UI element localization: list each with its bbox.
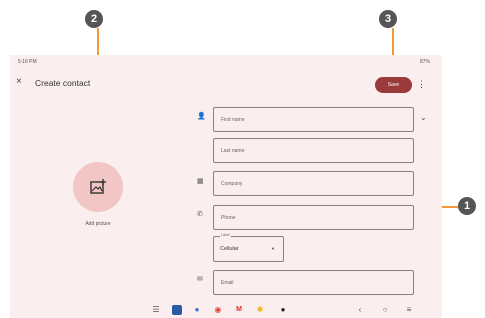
callout-badge-1: 1 xyxy=(458,197,476,215)
more-options-icon[interactable]: ⋮ xyxy=(417,79,426,89)
close-icon[interactable]: × xyxy=(16,77,22,87)
company-placeholder: Company xyxy=(221,180,243,187)
first-name-field[interactable]: First name xyxy=(213,107,414,132)
status-bar: 5:16 PM 87% xyxy=(10,55,442,69)
phone-type-value: Cellular xyxy=(220,246,239,252)
gmail-app-icon[interactable]: M xyxy=(233,301,245,318)
add-picture-button[interactable] xyxy=(73,162,123,212)
add-photo-icon xyxy=(90,179,106,194)
navigation-bar: ☰ ● ◉ M ✱ ● ‹ ○ ≡ xyxy=(10,301,442,318)
back-icon[interactable]: ‹ xyxy=(355,301,365,318)
chrome-app-icon[interactable]: ◉ xyxy=(213,301,223,318)
callout-badge-3: 3 xyxy=(379,10,397,28)
add-picture-label: Add picture xyxy=(85,221,111,227)
phone-icon: ✆ xyxy=(197,211,203,218)
tablet-screen: 5:16 PM 87% × Create contact Save ⋮ Add … xyxy=(10,55,442,318)
callout-badge-2: 2 xyxy=(85,10,103,28)
email-placeholder: Email xyxy=(221,279,234,286)
phone-field[interactable]: Phone xyxy=(213,205,414,230)
phone-placeholder: Phone xyxy=(221,214,236,221)
email-field[interactable]: Email xyxy=(213,270,414,295)
page-title: Create contact xyxy=(35,78,91,88)
music-app-icon[interactable]: ● xyxy=(278,301,288,318)
company-icon: ▦ xyxy=(197,178,204,185)
photos-app-icon[interactable]: ✱ xyxy=(255,301,265,318)
last-name-field[interactable]: Last name xyxy=(213,138,414,163)
person-icon: 👤 xyxy=(197,113,206,120)
save-button[interactable]: Save xyxy=(375,77,412,93)
messages-app-icon[interactable]: ● xyxy=(192,301,202,318)
home-icon[interactable]: ○ xyxy=(380,301,390,318)
phone-type-label: Label xyxy=(220,233,231,237)
dropdown-arrow-icon: ▼ xyxy=(271,246,275,251)
recents-icon[interactable]: ≡ xyxy=(404,301,414,318)
first-name-placeholder: First name xyxy=(221,116,245,123)
app-drawer-icon[interactable]: ☰ xyxy=(151,301,161,318)
expand-icon[interactable]: ⌄ xyxy=(420,113,427,122)
status-time: 5:16 PM xyxy=(18,59,37,65)
company-field[interactable]: Company xyxy=(213,171,414,196)
last-name-placeholder: Last name xyxy=(221,147,245,154)
contacts-app-icon[interactable] xyxy=(171,301,183,318)
email-icon: ✉ xyxy=(197,276,203,283)
phone-type-dropdown[interactable]: Label Cellular ▼ xyxy=(213,233,284,262)
battery-level: 87% xyxy=(419,59,430,65)
